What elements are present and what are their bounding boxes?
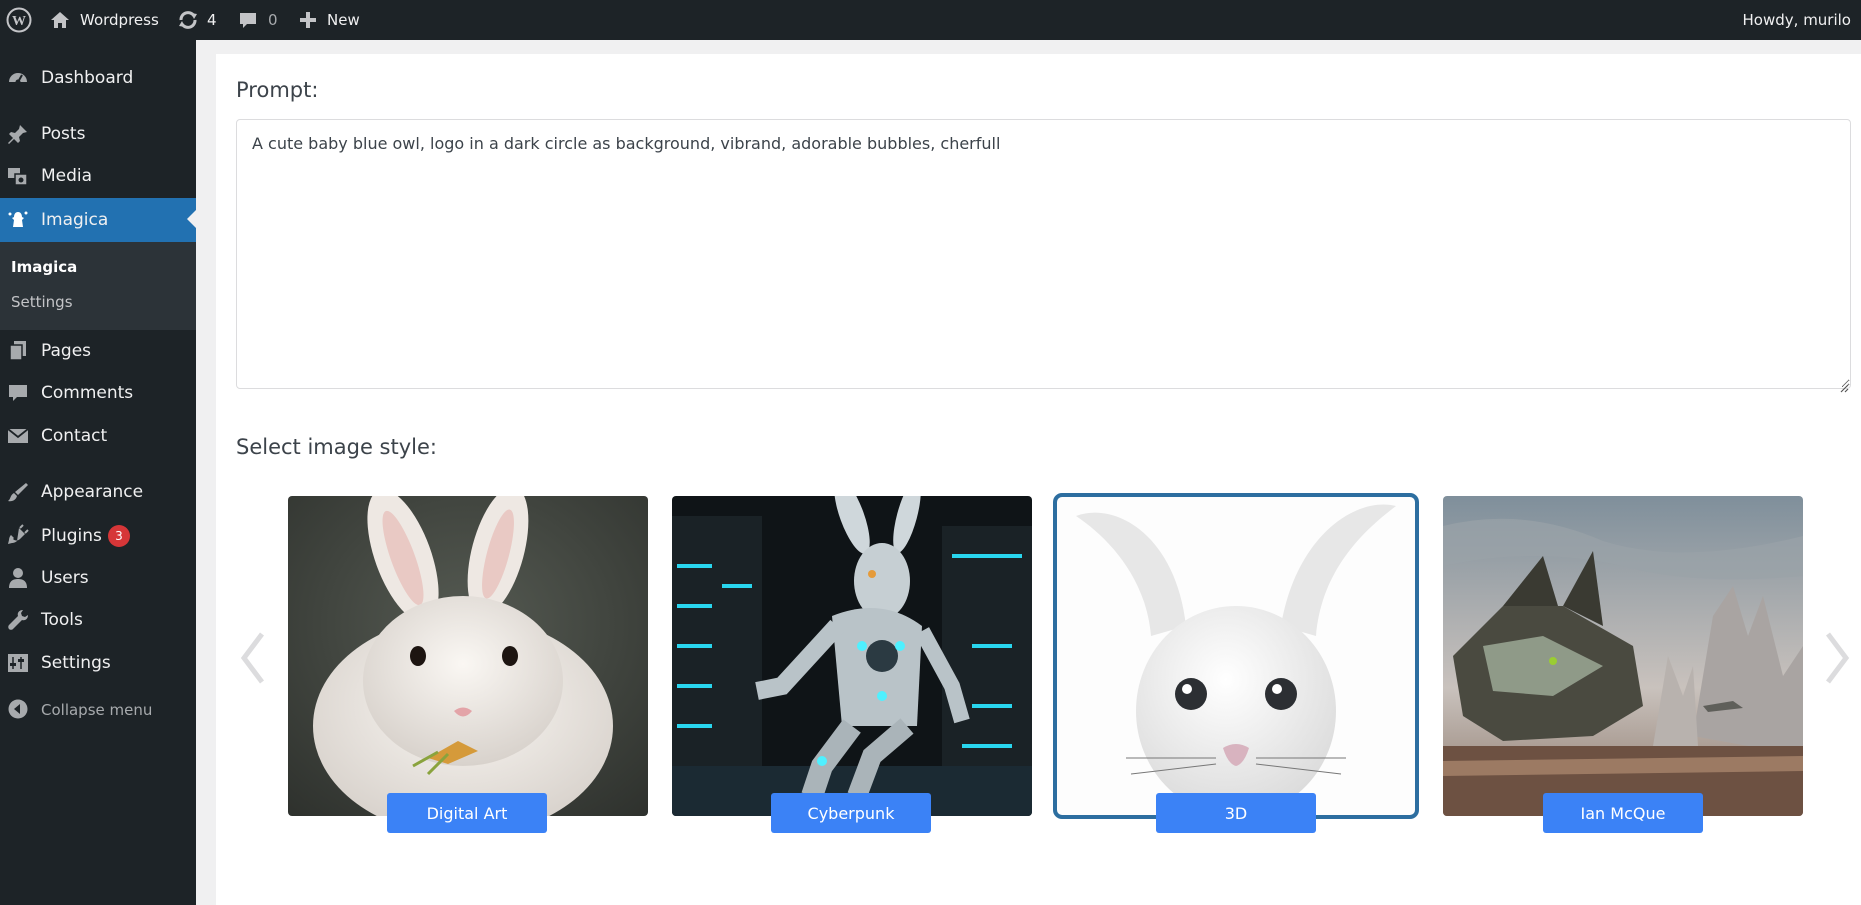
collapse-icon (7, 698, 29, 720)
user-icon (7, 567, 29, 589)
carousel-prev-icon[interactable] (238, 628, 268, 688)
resize-grip-icon[interactable] (1840, 378, 1849, 393)
menu-label: Users (41, 568, 89, 588)
menu-item-pages[interactable]: Pages (0, 331, 196, 371)
plugins-update-badge: 3 (107, 525, 130, 547)
greeting-text: Howdy, murilo (1742, 11, 1851, 29)
carousel-next-icon[interactable] (1822, 628, 1852, 688)
updates-count: 4 (207, 11, 217, 29)
menu-label: Comments (41, 383, 134, 403)
style-button-ian-mcque[interactable]: Ian McQue (1543, 793, 1703, 833)
menu-item-media[interactable]: Media (0, 156, 196, 196)
new-label: New (327, 11, 360, 29)
wrench-icon (7, 609, 29, 631)
collapse-menu-button[interactable]: Collapse menu (0, 689, 196, 729)
style-button-digital-art[interactable]: Digital Art (387, 793, 547, 833)
brush-icon (7, 481, 29, 503)
menu-item-users[interactable]: Users (0, 558, 196, 598)
pin-icon (7, 123, 29, 145)
prompt-textarea[interactable]: A cute baby blue owl, logo in a dark cir… (236, 119, 1851, 389)
imagica-submenu: Imagica Settings (0, 242, 196, 330)
menu-item-posts[interactable]: Posts (0, 114, 196, 154)
settings-icon (7, 652, 29, 674)
main-content: Prompt: A cute baby blue owl, logo in a … (216, 54, 1861, 905)
menu-item-appearance[interactable]: Appearance (0, 472, 196, 512)
svg-text:W: W (12, 14, 26, 29)
admin-bar: W Wordpress 4 0 New Howdy, murilo (0, 0, 1861, 40)
menu-label: Media (41, 166, 93, 186)
menu-item-comments[interactable]: Comments (0, 373, 196, 413)
style-button-cyberpunk[interactable]: Cyberpunk (771, 793, 931, 833)
menu-item-settings[interactable]: Settings (0, 643, 196, 683)
style-card-3d[interactable] (1053, 493, 1419, 819)
menu-item-tools[interactable]: Tools (0, 600, 196, 640)
admin-sidebar: Dashboard Posts Media Imagica Imagica Se… (0, 40, 196, 905)
menu-label: Tools (41, 610, 83, 630)
menu-item-plugins[interactable]: Plugins 3 (0, 515, 196, 555)
ian-mcque-image (1443, 496, 1803, 816)
menu-label: Posts (41, 124, 86, 144)
submenu-item-imagica[interactable]: Imagica (11, 258, 77, 276)
menu-label: Appearance (41, 482, 144, 502)
updates-icon (177, 10, 199, 30)
style-heading: Select image style: (236, 435, 437, 459)
imagica-icon (7, 209, 29, 231)
digital-art-image (288, 496, 648, 816)
site-name-link[interactable]: Wordpress (50, 0, 159, 40)
cyberpunk-image (672, 496, 1032, 816)
style-button-3d[interactable]: 3D (1156, 793, 1316, 833)
wordpress-logo-icon[interactable]: W (6, 0, 32, 40)
menu-item-contact[interactable]: Contact (0, 416, 196, 456)
home-icon (50, 10, 70, 30)
plus-icon (299, 11, 317, 29)
pages-icon (7, 340, 29, 362)
menu-label: Pages (41, 341, 92, 361)
comments-count: 0 (268, 11, 278, 29)
style-card-cyberpunk[interactable] (672, 496, 1032, 816)
menu-label: Dashboard (41, 68, 134, 88)
style-card-digital-art[interactable] (288, 496, 648, 816)
menu-label: Imagica (41, 210, 109, 230)
collapse-label: Collapse menu (41, 701, 153, 719)
mail-icon (7, 425, 29, 447)
updates-link[interactable]: 4 (177, 0, 217, 40)
current-menu-arrow (187, 210, 196, 228)
style-card-ian-mcque[interactable] (1443, 496, 1803, 816)
plugin-icon (7, 524, 29, 546)
menu-item-dashboard[interactable]: Dashboard (0, 58, 196, 98)
menu-label: Contact (41, 426, 108, 446)
comments-link[interactable]: 0 (238, 0, 278, 40)
submenu-item-settings[interactable]: Settings (11, 293, 73, 311)
menu-label: Settings (41, 653, 111, 673)
media-icon (7, 165, 29, 187)
new-content-link[interactable]: New (299, 0, 360, 40)
prompt-heading: Prompt: (236, 78, 319, 102)
3d-image (1056, 496, 1416, 816)
site-name: Wordpress (80, 11, 159, 29)
dashboard-icon (7, 67, 29, 89)
comment-icon (238, 10, 258, 30)
menu-label: Plugins 3 (41, 525, 130, 547)
account-greeting[interactable]: Howdy, murilo (1743, 0, 1851, 40)
comment-icon (7, 382, 29, 404)
menu-item-imagica[interactable]: Imagica (0, 198, 196, 242)
